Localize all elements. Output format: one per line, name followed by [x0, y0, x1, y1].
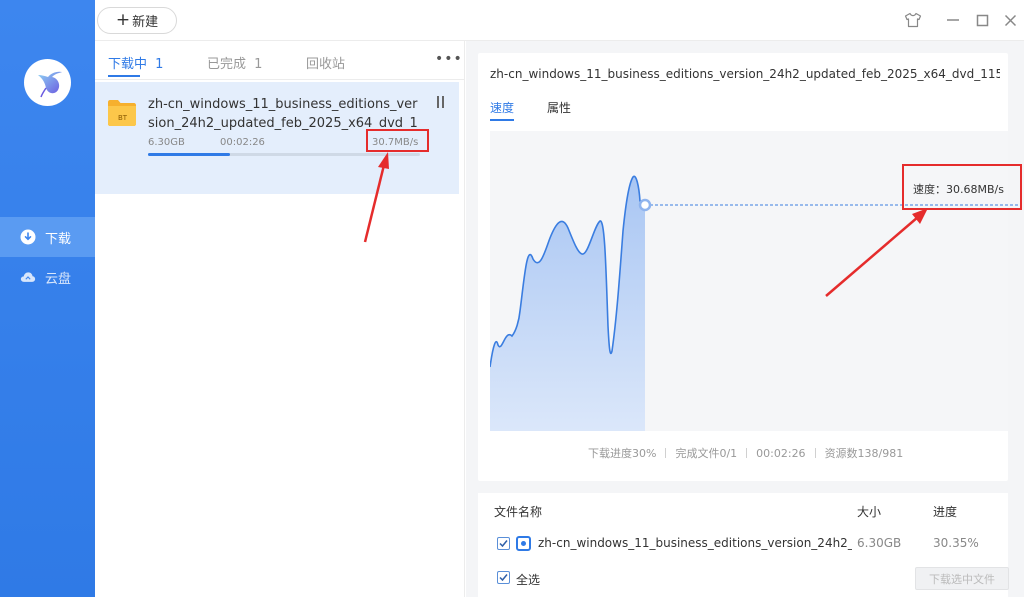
tab-label: 回收站 [306, 57, 346, 72]
checkmark-icon [499, 574, 508, 582]
task-progress-bar [148, 153, 420, 156]
active-detail-tab-indicator [490, 119, 514, 121]
download-icon [20, 229, 36, 245]
checkmark-icon [499, 540, 508, 548]
file-list-panel: 文件名称 大小 进度 zh-cn_windows_11_business_edi… [478, 493, 1009, 597]
tab-label: 下载中 [108, 57, 148, 72]
tab-completed[interactable]: 已完成 1 [207, 53, 262, 72]
download-selected-button[interactable]: 下载选中文件 [915, 567, 1009, 590]
tab-count: 1 [254, 57, 263, 72]
sidebar-item-cloud[interactable]: 云盘 [0, 257, 95, 297]
pause-icon [442, 96, 444, 108]
task-name: zh-cn_windows_11_business_editions_versi… [148, 97, 418, 131]
detail-panel: zh-cn_windows_11_business_editions_versi… [478, 53, 1020, 481]
sidebar-item-label: 云盘 [45, 271, 72, 287]
task-list-panel: 下载中 1 已完成 1 回收站 ••• BT zh-cn_windows_11_… [95, 41, 465, 597]
pause-icon [437, 96, 439, 108]
speed-label-highlight-box [902, 164, 1022, 210]
new-task-label: 新建 [132, 15, 159, 30]
sidebar-item-label: 下载 [45, 231, 72, 247]
tab-speed[interactable]: 速度 [490, 99, 514, 116]
file-progress-header: 进度 [933, 505, 958, 519]
tab-recycle-bin[interactable]: 回收站 [306, 53, 345, 72]
task-size: 6.30GB [148, 137, 185, 148]
file-size-header: 大小 [857, 505, 882, 519]
divider [665, 448, 667, 458]
skin-button[interactable] [903, 10, 923, 30]
speed-area [490, 176, 645, 431]
pause-button[interactable] [437, 96, 451, 110]
stat-files: 完成文件0/1 [675, 447, 738, 460]
minimize-button[interactable] [943, 10, 963, 30]
task-progress-fill [148, 153, 230, 156]
speed-highlight-box [366, 129, 429, 152]
skin-icon [904, 12, 922, 28]
cloud-icon [20, 269, 36, 285]
tab-count: 1 [155, 57, 164, 72]
download-stats: 下载进度30% 完成文件0/1 00:02:26 资源数138/981 [588, 445, 903, 461]
file-name: zh-cn_windows_11_business_editions_versi… [538, 536, 852, 550]
divider [746, 448, 748, 458]
close-button[interactable] [1000, 10, 1020, 30]
tab-label: 已完成 [207, 57, 247, 72]
maximize-button[interactable] [972, 10, 992, 30]
new-task-button[interactable]: + 新建 [97, 7, 177, 34]
stat-time: 00:02:26 [756, 446, 806, 460]
detail-title: zh-cn_windows_11_business_editions_versi… [490, 67, 1000, 81]
sidebar: 下载 云盘 [0, 0, 95, 597]
task-elapsed: 00:02:26 [220, 137, 265, 148]
more-options-button[interactable]: ••• [435, 51, 463, 67]
stat-progress: 下载进度30% [588, 447, 657, 460]
app-logo [24, 59, 71, 106]
top-bar: + 新建 [95, 0, 1024, 41]
select-all-label: 全选 [516, 573, 541, 587]
plus-icon: + [115, 10, 131, 30]
minimize-icon [947, 19, 959, 21]
disc-file-icon [516, 536, 531, 551]
divider [95, 79, 464, 80]
file-size: 6.30GB [857, 536, 902, 550]
select-all-checkbox[interactable] [497, 571, 510, 584]
tab-downloading[interactable]: 下载中 1 [108, 53, 163, 72]
close-icon [1004, 14, 1016, 26]
file-checkbox[interactable] [497, 537, 510, 550]
current-speed-marker [638, 198, 652, 212]
file-progress: 30.35% [933, 536, 979, 550]
bt-label: BT [118, 114, 128, 122]
divider [814, 448, 816, 458]
active-tab-indicator [108, 75, 140, 77]
maximize-icon [976, 14, 988, 26]
file-name-header: 文件名称 [494, 505, 543, 519]
hummingbird-logo-icon [37, 71, 62, 97]
bt-folder-icon: BT [108, 100, 136, 126]
sidebar-item-download[interactable]: 下载 [0, 217, 95, 257]
tab-properties[interactable]: 属性 [547, 99, 571, 116]
stat-sources: 资源数138/981 [824, 447, 904, 460]
